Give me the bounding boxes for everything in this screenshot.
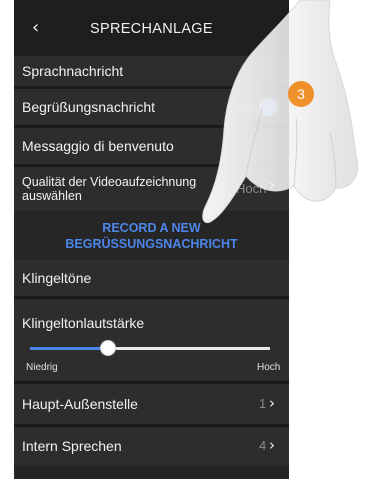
- pointing-hand-illustration: [202, 0, 358, 224]
- hand-shape: [202, 0, 358, 224]
- step-number-badge: 3: [288, 81, 314, 107]
